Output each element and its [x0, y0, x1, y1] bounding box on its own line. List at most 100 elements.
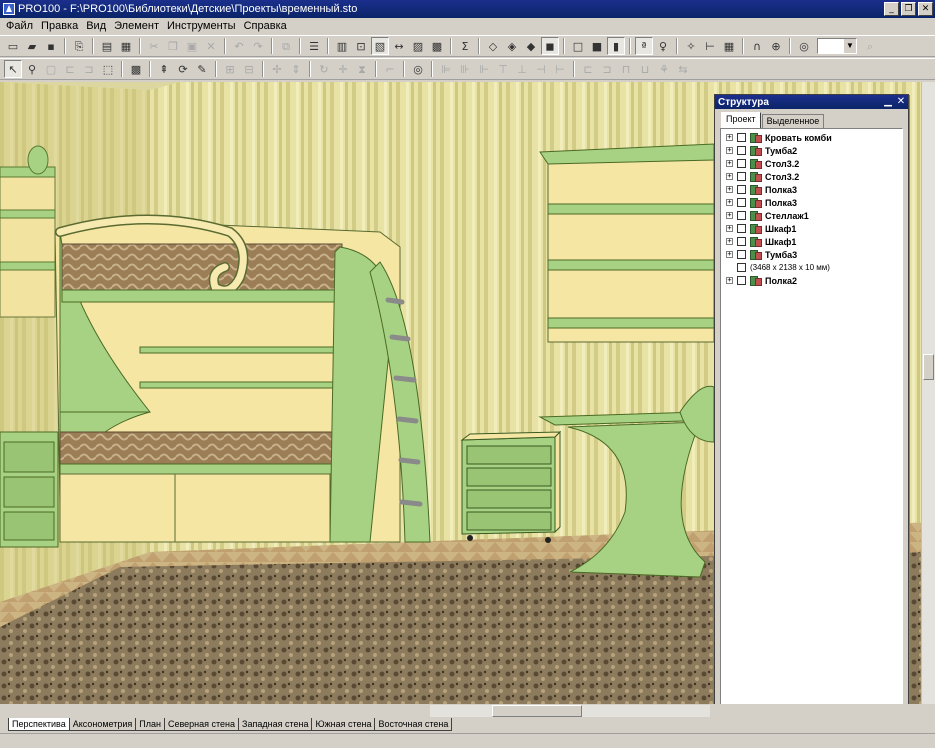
tab-project[interactable]: Проект — [721, 112, 761, 128]
group-icon[interactable]: ⧉ — [277, 37, 295, 55]
vertical-scroll-thumb[interactable] — [923, 354, 934, 380]
mirror-icon[interactable]: ⧗ — [353, 60, 371, 78]
expand-plus-icon[interactable]: + — [726, 147, 733, 154]
selection-icon[interactable]: ⬚ — [99, 60, 117, 78]
undo-icon[interactable]: ↶ — [230, 37, 248, 55]
tree-item[interactable]: + Тумба2 — [721, 144, 902, 157]
visibility-checkbox[interactable] — [737, 211, 746, 220]
view-library-icon[interactable]: ▥ — [333, 37, 351, 55]
join-2-icon[interactable]: ⊐ — [598, 60, 616, 78]
close-button[interactable]: ✕ — [918, 2, 933, 16]
box-move-icon[interactable]: ⊐ — [80, 60, 98, 78]
horizontal-scroll-thumb[interactable] — [492, 705, 582, 717]
text-label-icon[interactable]: ª — [635, 37, 653, 55]
print-preview-icon[interactable]: ▦ — [117, 37, 135, 55]
cube-outline-icon[interactable]: □ — [569, 37, 587, 55]
expand-plus-icon[interactable]: + — [726, 173, 733, 180]
measure-icon[interactable]: ⊢ — [701, 37, 719, 55]
expand-plus-icon[interactable]: + — [726, 251, 733, 258]
dimension-icon[interactable]: ↔ — [390, 37, 408, 55]
edit-material-icon[interactable]: ▨ — [409, 37, 427, 55]
expand-plus-icon[interactable]: + — [726, 212, 733, 219]
visibility-checkbox[interactable] — [737, 237, 746, 246]
menu-item[interactable]: Файл — [2, 20, 37, 32]
arrange-icon[interactable]: ⇆ — [674, 60, 692, 78]
tree-item[interactable]: + Полка3 — [721, 183, 902, 196]
expand-plus-icon[interactable]: + — [726, 238, 733, 245]
walk-icon[interactable]: ⚲ — [23, 60, 41, 78]
minimize-button[interactable]: _ — [884, 2, 899, 16]
print-icon[interactable]: ▤ — [98, 37, 116, 55]
visibility-checkbox[interactable] — [737, 146, 746, 155]
expand-plus-icon[interactable]: + — [726, 160, 733, 167]
cube-solid-icon[interactable]: ▮ — [607, 37, 625, 55]
panel-minimize-button[interactable]: ▁ — [882, 96, 894, 107]
texture-icon[interactable]: ▩ — [428, 37, 446, 55]
pivot-icon[interactable]: ✢ — [268, 60, 286, 78]
select-arrow-icon[interactable]: ↖ — [4, 60, 22, 78]
expand-plus-icon[interactable]: + — [726, 186, 733, 193]
align-middle-icon[interactable]: ⊥ — [513, 60, 531, 78]
grid-select-icon[interactable]: ▩ — [127, 60, 145, 78]
visibility-checkbox[interactable] — [737, 263, 746, 272]
sum-icon[interactable]: Σ — [456, 37, 474, 55]
tree-item[interactable]: + Стол3.2 — [721, 157, 902, 170]
zoom-window-icon[interactable]: ⊡ — [352, 37, 370, 55]
cube-textured-icon[interactable]: ◼ — [541, 37, 559, 55]
rotate-icon[interactable]: ↻ — [315, 60, 333, 78]
visibility-checkbox[interactable] — [737, 159, 746, 168]
pencil-icon[interactable]: ✎ — [193, 60, 211, 78]
globe-icon[interactable]: ⊕ — [767, 37, 785, 55]
save-icon[interactable]: ▪ — [42, 37, 60, 55]
menu-item[interactable]: Правка — [37, 20, 82, 32]
view-wall-icon[interactable]: ▧ — [371, 37, 389, 55]
visibility-checkbox[interactable] — [737, 198, 746, 207]
export-icon[interactable]: ⎘ — [70, 37, 88, 55]
box-link-icon[interactable]: ⊏ — [61, 60, 79, 78]
corner-icon[interactable]: ⌐ — [381, 60, 399, 78]
chevron-down-icon[interactable]: ▼ — [844, 39, 856, 53]
magnet-icon[interactable]: ∩ — [748, 37, 766, 55]
join-icon[interactable]: ⊏ — [579, 60, 597, 78]
tree-item[interactable]: + Кровать комби — [721, 131, 902, 144]
cube-shaded-icon[interactable]: ◆ — [522, 37, 540, 55]
cube-color-icon[interactable]: ■ — [588, 37, 606, 55]
frame-2-icon[interactable]: ⊟ — [240, 60, 258, 78]
expand-plus-icon[interactable]: + — [726, 199, 733, 206]
tree-item[interactable]: + Полка3 — [721, 196, 902, 209]
copy-icon[interactable]: ❐ — [164, 37, 182, 55]
split-icon[interactable]: ⊓ — [617, 60, 635, 78]
target-red-icon[interactable]: ◎ — [409, 60, 427, 78]
zoom-combo[interactable]: ▼ — [817, 38, 857, 54]
move-cross-icon[interactable]: ✛ — [334, 60, 352, 78]
restore-button[interactable]: ❐ — [901, 2, 916, 16]
view-tab[interactable]: Южная стена — [311, 718, 376, 731]
target-icon[interactable]: ◎ — [795, 37, 813, 55]
align-bottom-icon[interactable]: ⊣ — [532, 60, 550, 78]
tree-item[interactable]: + Стол3.2 — [721, 170, 902, 183]
tree-item[interactable]: + Шкаф1 — [721, 235, 902, 248]
view-tab[interactable]: Восточная стена — [374, 718, 453, 731]
menu-item[interactable]: Вид — [82, 20, 110, 32]
horizontal-scrollbar[interactable] — [430, 705, 710, 717]
view-tab[interactable]: Западная стена — [238, 718, 313, 731]
light-bulb-icon[interactable]: ♀ — [654, 37, 672, 55]
brush-icon[interactable]: ⚘ — [655, 60, 673, 78]
cube-hidden-icon[interactable]: ◈ — [503, 37, 521, 55]
visibility-checkbox[interactable] — [737, 276, 746, 285]
align-left-icon[interactable]: ⊫ — [437, 60, 455, 78]
lift-icon[interactable]: ⇞ — [155, 60, 173, 78]
delete-icon[interactable]: ✕ — [202, 37, 220, 55]
move-icon[interactable]: ⇕ — [287, 60, 305, 78]
distribute-icon[interactable]: ⊢ — [551, 60, 569, 78]
menu-item[interactable]: Инструменты — [163, 20, 240, 32]
box-disabled-icon[interactable]: ▢ — [42, 60, 60, 78]
tree-item[interactable]: (3468 x 2138 x 10 мм) — [721, 261, 902, 274]
cube-wire-icon[interactable]: ◇ — [484, 37, 502, 55]
view-tab[interactable]: Перспектива — [8, 718, 70, 731]
rotate-3d-icon[interactable]: ⟳ — [174, 60, 192, 78]
cut-icon[interactable]: ✂ — [145, 37, 163, 55]
paste-icon[interactable]: ▣ — [183, 37, 201, 55]
view-tab[interactable]: Северная стена — [163, 718, 240, 731]
grid-icon[interactable]: ▦ — [720, 37, 738, 55]
